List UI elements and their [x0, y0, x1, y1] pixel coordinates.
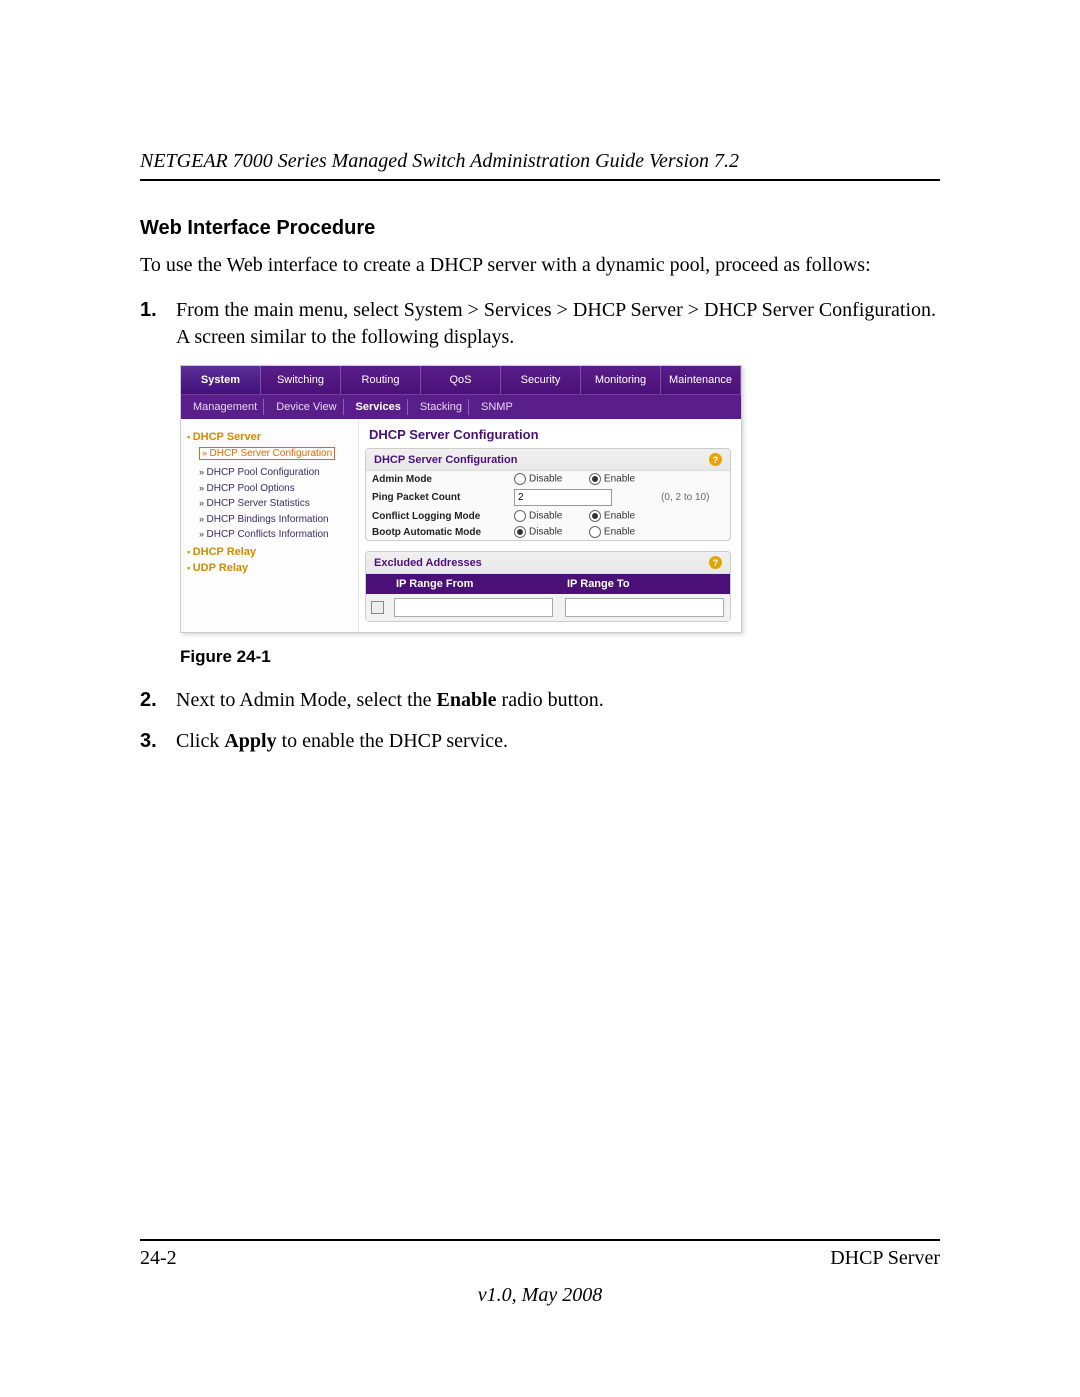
sidebar: DHCP Server DHCP Server Configuration DH…: [181, 419, 359, 632]
radio-label-enable: Enable: [604, 527, 635, 538]
label-bootp-auto: Bootp Automatic Mode: [366, 524, 508, 540]
page-heading: DHCP Server Configuration: [365, 427, 741, 442]
panel-dhcp-server-config: DHCP Server Configuration ? Admin Mode D…: [365, 448, 731, 541]
procedure-list-cont: 2. Next to Admin Mode, select the Enable…: [140, 687, 940, 755]
intro-paragraph: To use the Web interface to create a DHC…: [140, 252, 940, 279]
screenshot-body: DHCP Server DHCP Server Configuration DH…: [181, 419, 741, 632]
secondary-tab-row: Management Device View Services Stacking…: [181, 394, 741, 419]
sidebar-group-dhcp-relay[interactable]: DHCP Relay: [187, 546, 352, 558]
panel-title-text: Excluded Addresses: [374, 557, 482, 569]
step-number: 3.: [140, 728, 160, 755]
radio-label-disable: Disable: [529, 527, 562, 538]
step-2: 2. Next to Admin Mode, select the Enable…: [140, 687, 940, 714]
radio-conflict-enable[interactable]: [589, 510, 601, 522]
tab-qos[interactable]: QoS: [421, 366, 501, 394]
header-checkbox-spacer: [366, 574, 388, 594]
sidebar-group-udp-relay[interactable]: UDP Relay: [187, 562, 352, 574]
running-header: NETGEAR 7000 Series Managed Switch Admin…: [140, 150, 940, 181]
row-checkbox[interactable]: [366, 598, 388, 617]
step-text: Click Apply to enable the DHCP service.: [176, 728, 508, 755]
tab-switching[interactable]: Switching: [261, 366, 341, 394]
radio-conflict-disable[interactable]: [514, 510, 526, 522]
tab-security[interactable]: Security: [501, 366, 581, 394]
procedure-list: 1. From the main menu, select System > S…: [140, 297, 940, 351]
sidebar-item-pool-config[interactable]: DHCP Pool Configuration: [199, 466, 352, 480]
panel-title: DHCP Server Configuration ?: [366, 449, 730, 471]
radio-bootp-disable[interactable]: [514, 526, 526, 538]
main-panel-area: DHCP Server Configuration DHCP Server Co…: [359, 419, 741, 632]
input-ip-range-to[interactable]: [565, 598, 724, 617]
section-title: Web Interface Procedure: [140, 217, 940, 240]
help-icon[interactable]: ?: [709, 453, 722, 466]
step-text: Next to Admin Mode, select the Enable ra…: [176, 687, 604, 714]
panel-excluded-addresses: Excluded Addresses ? IP Range From IP Ra…: [365, 551, 731, 622]
sidebar-item-pool-options[interactable]: DHCP Pool Options: [199, 482, 352, 496]
sidebar-item-bindings-info[interactable]: DHCP Bindings Information: [199, 513, 352, 527]
radio-label-disable: Disable: [529, 511, 562, 522]
primary-tab-row: System Switching Routing QoS Security Mo…: [181, 366, 741, 394]
section-name: DHCP Server: [830, 1247, 940, 1270]
tab-monitoring[interactable]: Monitoring: [581, 366, 661, 394]
label-admin-mode: Admin Mode: [366, 471, 508, 487]
screenshot-figure: System Switching Routing QoS Security Mo…: [180, 365, 742, 633]
hint-ping-range: (0, 2 to 10): [655, 487, 730, 508]
tab-system[interactable]: System: [181, 366, 261, 394]
tab-maintenance[interactable]: Maintenance: [661, 366, 741, 394]
step-3: 3. Click Apply to enable the DHCP servic…: [140, 728, 940, 755]
radio-admin-enable[interactable]: [589, 473, 601, 485]
config-table: Admin Mode Disable Enable Ping Packet Co…: [366, 471, 730, 540]
radio-label-enable: Enable: [604, 474, 635, 485]
excluded-data-row: [366, 594, 730, 621]
figure-caption: Figure 24-1: [180, 647, 940, 667]
subtab-services[interactable]: Services: [350, 399, 408, 415]
subtab-snmp[interactable]: SNMP: [475, 399, 519, 415]
col-ip-range-from: IP Range From: [388, 574, 559, 594]
step-1: 1. From the main menu, select System > S…: [140, 297, 940, 351]
page-footer: 24-2 DHCP Server v1.0, May 2008: [140, 1239, 940, 1307]
subtab-stacking[interactable]: Stacking: [414, 399, 469, 415]
radio-label-disable: Disable: [529, 474, 562, 485]
input-ip-range-from[interactable]: [394, 598, 553, 617]
tab-routing[interactable]: Routing: [341, 366, 421, 394]
sidebar-group-dhcp-server[interactable]: DHCP Server: [187, 431, 352, 443]
col-ip-range-to: IP Range To: [559, 574, 730, 594]
radio-label-enable: Enable: [604, 511, 635, 522]
excluded-header-row: IP Range From IP Range To: [366, 574, 730, 594]
radio-admin-disable[interactable]: [514, 473, 526, 485]
panel-title: Excluded Addresses ?: [366, 552, 730, 574]
sidebar-item-dhcp-server-config[interactable]: DHCP Server Configuration: [199, 447, 335, 460]
radio-bootp-enable[interactable]: [589, 526, 601, 538]
sidebar-item-conflicts-info[interactable]: DHCP Conflicts Information: [199, 528, 352, 542]
step-text: From the main menu, select System > Serv…: [176, 297, 940, 351]
document-page: NETGEAR 7000 Series Managed Switch Admin…: [0, 0, 1080, 1397]
footer-version: v1.0, May 2008: [140, 1284, 940, 1307]
help-icon[interactable]: ?: [709, 556, 722, 569]
input-ping-packet-count[interactable]: [514, 489, 612, 506]
footer-rule: [140, 1239, 940, 1241]
step-number: 1.: [140, 297, 160, 351]
label-ping-packet-count: Ping Packet Count: [366, 487, 508, 508]
step-number: 2.: [140, 687, 160, 714]
page-number: 24-2: [140, 1247, 177, 1270]
subtab-device-view[interactable]: Device View: [270, 399, 343, 415]
subtab-management[interactable]: Management: [187, 399, 264, 415]
label-conflict-logging: Conflict Logging Mode: [366, 508, 508, 524]
panel-title-text: DHCP Server Configuration: [374, 454, 517, 466]
sidebar-item-server-stats[interactable]: DHCP Server Statistics: [199, 497, 352, 511]
